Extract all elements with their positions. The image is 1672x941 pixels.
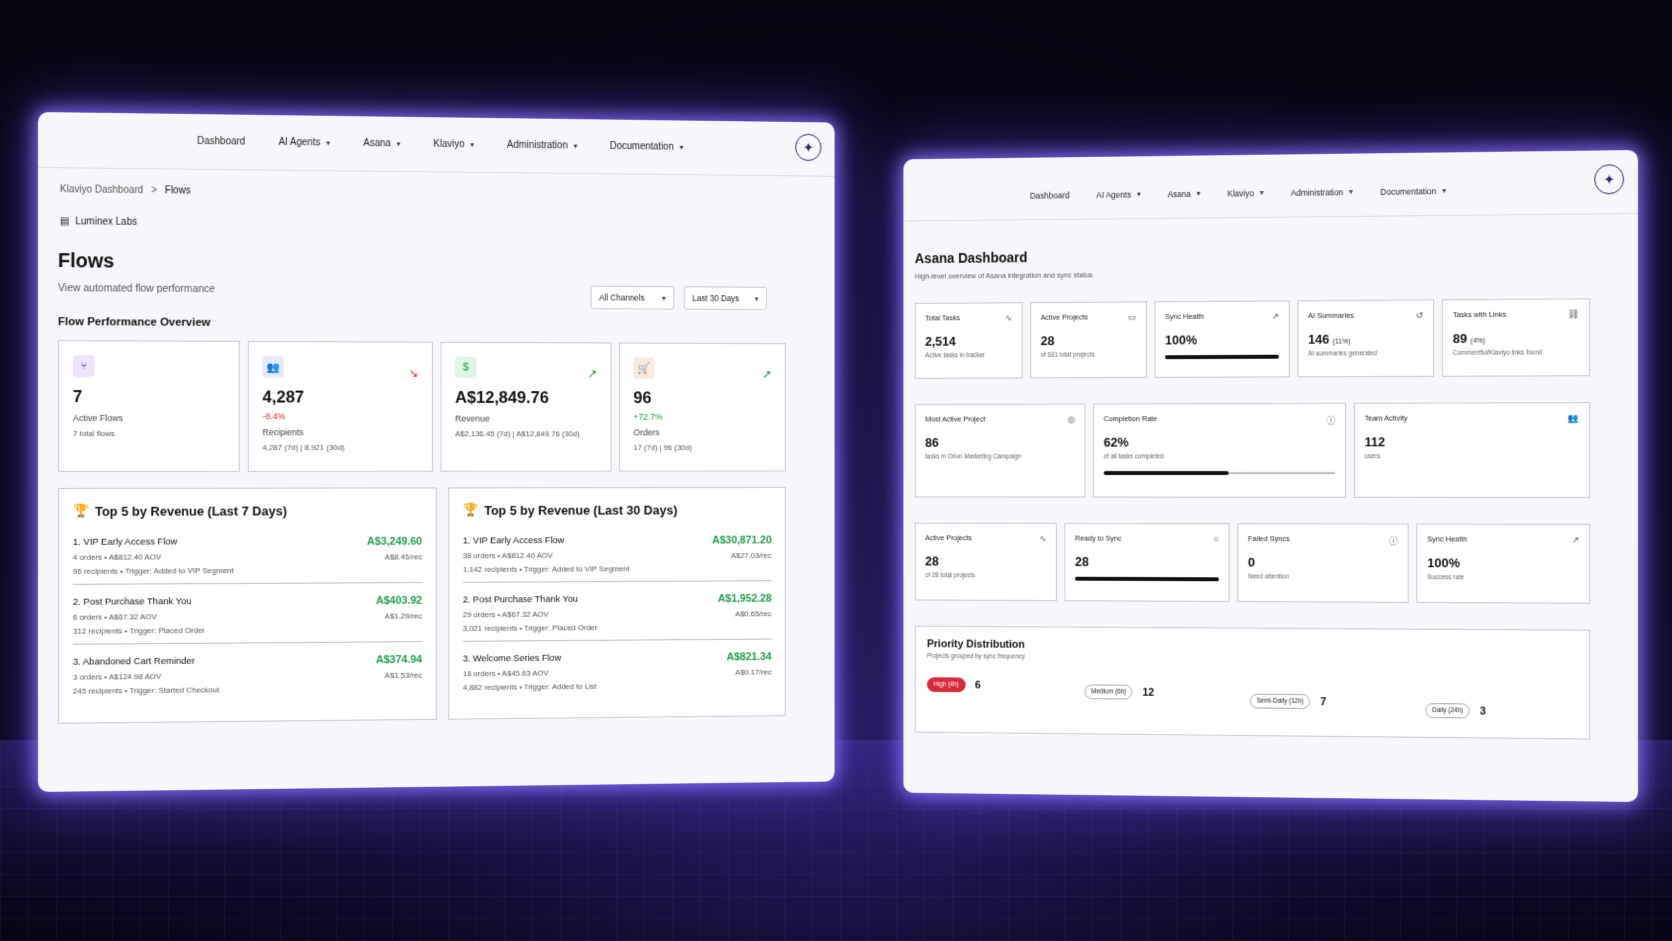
ready-to-sync-progress (1075, 577, 1219, 582)
list-item[interactable]: 2. Post Purchase Thank You 29 orders • A$… (463, 587, 772, 642)
sync-health-progress (1165, 355, 1279, 359)
chevron-down-icon: ▾ (470, 140, 474, 149)
nav-ai-agents[interactable]: AI Agents ▾ (1096, 189, 1140, 199)
priority-distribution-card: Priority Distribution Projects grouped b… (915, 626, 1590, 740)
priority-daily[interactable]: Daily (24h) 3 (1425, 703, 1486, 718)
kpi-recipients: 👥 ↘ 4,287 -8.4% Recipients 4,287 (7d) | … (248, 341, 433, 472)
history-icon: ↺ (1416, 310, 1423, 321)
page-title: Asana Dashboard (915, 250, 1028, 267)
chevron-down-icon: ▾ (1442, 186, 1446, 195)
sparkle-logo-icon[interactable]: ✦ (1594, 164, 1624, 194)
chevron-down-icon: ▾ (679, 143, 683, 152)
card-active-projects-sync: Active Projects ∿ 28 of 28 total projects (915, 523, 1057, 601)
card-active-projects: Active Projects ▭ 28 of 631 total project… (1030, 301, 1147, 378)
priority-semi-daily[interactable]: Semi-Daily (12h) 7 (1250, 694, 1326, 709)
trend-up-icon: ↗ (588, 367, 598, 381)
chevron-down-icon: ▾ (1137, 190, 1141, 199)
circle-icon: ○ (1214, 534, 1219, 544)
chevron-down-icon: ▾ (326, 139, 330, 148)
trend-up-icon: ↗ (1272, 311, 1279, 322)
nav-dashboard[interactable]: Dashboard (1030, 190, 1070, 200)
list-item[interactable]: 1. VIP Early Access Flow 38 orders • A$81… (463, 529, 772, 583)
sparkle-logo-icon[interactable]: ✦ (795, 134, 821, 161)
chevron-down-icon: ▾ (1260, 188, 1264, 197)
kpi-orders: 🛒 ↗ 96 +72.7% Orders 17 (7d) | 96 (30d) (619, 343, 786, 472)
breadcrumb-separator: > (151, 185, 157, 196)
breadcrumb-parent[interactable]: Klaviyo Dashboard (60, 184, 143, 196)
card-sync-health-rate: Sync Health ↗ 100% Success rate (1416, 524, 1590, 604)
list-item[interactable]: 2. Post Purchase Thank You 6 orders • A$6… (73, 589, 422, 645)
card-most-active-project: Most Active Project ◎ 86 tasks in Orion M… (915, 404, 1086, 498)
card-team-activity: Team Activity 👥 112 users (1354, 402, 1590, 498)
trend-down-icon: ↘ (409, 366, 419, 380)
nav-asana[interactable]: Asana ▾ (1168, 188, 1201, 198)
breadcrumb: Klaviyo Dashboard > Flows (60, 184, 191, 196)
card-ai-summaries: AI Summaries ↺ 146 (11%) AI summaries gen… (1297, 299, 1434, 377)
list-item[interactable]: 3. Welcome Series Flow 18 orders • A$45.6… (463, 645, 772, 700)
users-icon: 👥 (1568, 413, 1579, 424)
target-icon: ◎ (1067, 414, 1074, 425)
top-navigation: Dashboard AI Agents ▾ Asana ▾ Klaviyo ▾ Adm… (903, 150, 1638, 221)
chevron-down-icon: ▾ (1197, 189, 1201, 198)
section-title: Flow Performance Overview (58, 316, 211, 329)
users-icon: 👥 (262, 356, 284, 378)
date-range-select[interactable]: Last 30 Days ▾ (684, 286, 767, 310)
card-completion-rate: Completion Rate ⓘ 62% of all tasks comple… (1093, 403, 1346, 498)
list-item[interactable]: 3. Abandoned Cart Reminder 3 orders • A$1… (73, 648, 422, 704)
activity-icon: ∿ (1039, 534, 1046, 545)
card-sync-health: Sync Health ↗ 100% (1154, 300, 1289, 377)
nav-administration[interactable]: Administration ▾ (507, 140, 577, 152)
nav-administration[interactable]: Administration ▾ (1291, 187, 1353, 198)
activity-icon: ∿ (1005, 313, 1012, 324)
page-subtitle: High-level overview of Asana integration… (915, 270, 1093, 280)
trophy-icon: 🏆 (73, 503, 89, 519)
nav-klaviyo[interactable]: Klaviyo ▾ (1227, 188, 1263, 198)
channel-select[interactable]: All Channels ▾ (591, 286, 675, 310)
info-icon: ⓘ (1389, 534, 1398, 547)
chevron-down-icon: ▾ (662, 293, 666, 302)
chevron-down-icon: ▾ (755, 294, 759, 303)
org-label: ▤ Luminex Labs (60, 216, 137, 228)
building-icon: ▤ (60, 216, 69, 227)
chevron-down-icon: ▾ (397, 139, 401, 148)
folder-icon: ▭ (1128, 312, 1136, 323)
card-total-tasks: Total Tasks ∿ 2,514 Active tasks in track… (915, 302, 1023, 379)
nav-ai-agents[interactable]: AI Agents ▾ (279, 137, 331, 149)
top-navigation: Dashboard AI Agents ▾ Asana ▾ Klaviyo ▾ Adm… (38, 112, 835, 177)
completion-progress (1104, 472, 1336, 474)
card-failed-syncs: Failed Syncs ⓘ 0 Need attention (1237, 523, 1408, 603)
kpi-active-flows: ⑂ 7 Active Flows 7 total flows (58, 340, 240, 472)
nav-documentation[interactable]: Documentation ▾ (610, 141, 683, 153)
link-icon: ⛓ (1568, 309, 1579, 320)
kpi-revenue: $ ↗ A$12,849.76 Revenue A$2,136.45 (7d) … (441, 342, 612, 472)
page-title: Flows (58, 250, 114, 273)
dollar-icon: $ (455, 357, 476, 379)
nav-asana[interactable]: Asana ▾ (363, 138, 400, 149)
nav-klaviyo[interactable]: Klaviyo ▾ (433, 139, 474, 150)
priority-medium[interactable]: Medium (6h) 12 (1085, 684, 1155, 699)
chevron-down-icon: ▾ (574, 142, 578, 151)
cart-icon: 🛒 (633, 357, 654, 379)
info-icon: ⓘ (1327, 414, 1336, 427)
chevron-down-icon: ▾ (1349, 187, 1353, 196)
priority-high[interactable]: High (4h) 6 (927, 677, 981, 692)
top5-30day-card: 🏆 Top 5 by Revenue (Last 30 Days) 1. VIP … (448, 487, 785, 720)
top5-7day-card: 🏆 Top 5 by Revenue (Last 7 Days) 1. VIP E… (58, 487, 437, 723)
page-subtitle: View automated flow performance (58, 282, 215, 295)
klaviyo-flows-window: Dashboard AI Agents ▾ Asana ▾ Klaviyo ▾ Adm… (38, 112, 835, 792)
trophy-icon: 🏆 (463, 502, 479, 518)
trend-up-icon: ↗ (1572, 535, 1579, 546)
nav-dashboard[interactable]: Dashboard (197, 136, 245, 148)
nav-documentation[interactable]: Documentation ▾ (1380, 186, 1446, 197)
breadcrumb-current: Flows (165, 185, 191, 196)
card-ready-to-sync: Ready to Sync ○ 28 (1065, 523, 1230, 602)
list-item[interactable]: 1. VIP Early Access Flow 4 orders • A$812… (73, 530, 422, 585)
asana-dashboard-window: Dashboard AI Agents ▾ Asana ▾ Klaviyo ▾ Adm… (903, 150, 1638, 802)
trend-up-icon: ↗ (762, 367, 771, 381)
flow-icon: ⑂ (73, 355, 95, 377)
card-tasks-with-links: Tasks with Links ⛓ 89 (4%) Commentful/Kla… (1442, 298, 1590, 376)
